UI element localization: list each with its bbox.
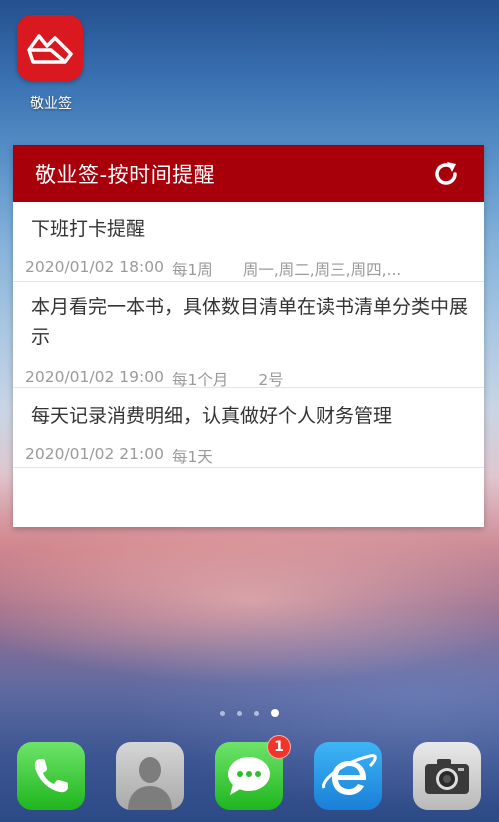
reminder-days: 2号 [258,371,284,389]
contacts-app-icon[interactable] [116,742,184,810]
reminder-repeat: 每1周 [171,261,213,279]
reminder-title: 下班打卡提醒 [31,218,146,240]
browser-icon [322,754,377,795]
contacts-icon [128,757,172,810]
widget-header: 敬业签-按时间提醒 [13,145,484,202]
reminder-meta: 2020/01/02 18:00 每1周 周一,周二,周三,周四,... [25,258,472,280]
phone-app-icon[interactable] [17,742,85,810]
reminder-datetime: 2020/01/02 19:00 [25,368,164,386]
reminder-datetime: 2020/01/02 21:00 [25,445,164,463]
reminder-widget: 敬业签-按时间提醒 下班打卡提醒 2020/01/02 18:00 每1周 周一… [13,145,484,527]
page-dot[interactable] [220,710,225,716]
reminder-title: 本月看完一本书，具体数目清单在读书清单分类中展示 [31,296,469,348]
page-dot-active[interactable] [271,709,279,717]
phone-icon [34,759,68,793]
camera-app-icon[interactable] [413,742,481,810]
reminder-datetime: 2020/01/02 18:00 [25,258,164,276]
camera-icon [425,759,469,794]
dock: 1 [0,735,499,812]
jingyeqian-app-icon[interactable] [17,15,83,81]
reminder-item[interactable]: 下班打卡提醒 2020/01/02 18:00 每1周 周一,周二,周三,周四,… [13,202,484,282]
folded-paper-logo-icon [27,34,73,64]
refresh-icon [435,161,457,185]
page-indicator[interactable] [0,709,499,717]
refresh-button[interactable] [430,158,462,190]
page-dot[interactable] [254,710,259,716]
reminder-meta: 2020/01/02 21:00 每1天 [25,445,472,467]
widget-title: 敬业签-按时间提醒 [35,162,216,187]
app-shortcut-jingyeqian[interactable]: 敬业签 [17,15,85,113]
unread-badge: 1 [267,735,291,759]
reminder-meta: 2020/01/02 19:00 每1个月 2号 [25,368,472,390]
reminder-item[interactable]: 本月看完一本书，具体数目清单在读书清单分类中展示 2020/01/02 19:0… [13,282,484,390]
reminder-title: 每天记录消费明细，认真做好个人财务管理 [31,405,393,427]
page-dot[interactable] [237,710,242,716]
reminder-item[interactable]: 每天记录消费明细，认真做好个人财务管理 2020/01/02 21:00 每1天 [13,388,484,468]
messages-app-icon[interactable]: 1 [215,735,291,810]
browser-app-icon[interactable] [314,742,382,810]
app-label: 敬业签 [30,96,72,112]
reminder-days: 周一,周二,周三,周四,... [242,261,402,279]
reminder-repeat: 每1天 [171,448,213,466]
reminder-repeat: 每1个月 [171,371,229,389]
